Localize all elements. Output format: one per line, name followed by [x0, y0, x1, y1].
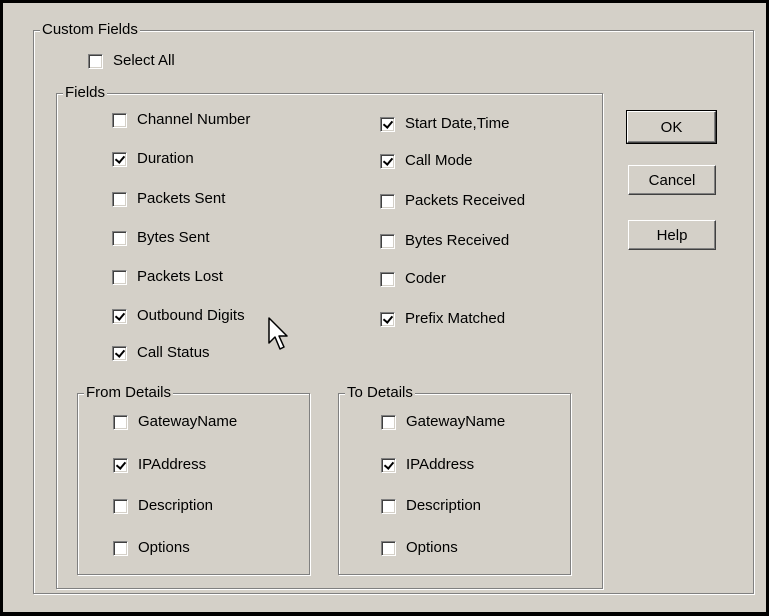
- detail-label: IPAddress: [138, 456, 207, 473]
- field-bytes-sent[interactable]: Bytes Sent: [112, 229, 210, 247]
- checkbox-box[interactable]: [112, 151, 127, 167]
- fields-title: Fields: [63, 84, 108, 102]
- checkbox-box[interactable]: [381, 540, 396, 556]
- field-label: Bytes Received: [405, 232, 510, 249]
- window-frame-bottom: [0, 612, 769, 616]
- detail-label: Description: [406, 497, 482, 514]
- field-label: Packets Lost: [137, 268, 223, 285]
- field-label: Prefix Matched: [405, 310, 506, 327]
- field-call-status[interactable]: Call Status: [112, 344, 210, 362]
- help-button-label: Help: [656, 226, 688, 244]
- from-options[interactable]: Options: [113, 539, 190, 557]
- checkbox-box[interactable]: [113, 498, 128, 514]
- select-all-checkbox[interactable]: Select All: [88, 52, 175, 70]
- checkbox-box[interactable]: [113, 457, 128, 473]
- cancel-button[interactable]: Cancel: [628, 165, 716, 195]
- field-packets-received[interactable]: Packets Received: [380, 192, 525, 210]
- ok-button-label: OK: [660, 118, 683, 136]
- field-packets-sent[interactable]: Packets Sent: [112, 190, 225, 208]
- field-duration[interactable]: Duration: [112, 150, 194, 168]
- select-all-box[interactable]: [88, 53, 103, 69]
- from-details-title: From Details: [84, 384, 174, 402]
- custom-fields-title: Custom Fields: [40, 21, 140, 39]
- field-coder[interactable]: Coder: [380, 270, 446, 288]
- to-ipaddress[interactable]: IPAddress: [381, 456, 474, 474]
- checkbox-box[interactable]: [381, 498, 396, 514]
- checkbox-box[interactable]: [380, 233, 395, 249]
- checkbox-box[interactable]: [112, 269, 127, 285]
- checkbox-box[interactable]: [112, 230, 127, 246]
- detail-label: IPAddress: [406, 456, 475, 473]
- field-label: Packets Received: [405, 192, 526, 209]
- detail-label: GatewayName: [406, 413, 506, 430]
- to-details-title: To Details: [345, 384, 415, 402]
- field-label: Duration: [137, 150, 194, 167]
- checkbox-box[interactable]: [112, 191, 127, 207]
- field-label: Call Mode: [405, 152, 473, 169]
- to-options[interactable]: Options: [381, 539, 458, 557]
- custom-fields-dialog: Custom Fields Select All Fields Channel …: [3, 3, 766, 612]
- from-ipaddress[interactable]: IPAddress: [113, 456, 206, 474]
- select-all-label: Select All: [113, 52, 175, 69]
- checkbox-box[interactable]: [113, 540, 128, 556]
- detail-label: Options: [138, 539, 190, 556]
- to-description[interactable]: Description: [381, 497, 481, 515]
- checkbox-box[interactable]: [380, 311, 395, 327]
- checkbox-box[interactable]: [381, 414, 396, 430]
- checkbox-box[interactable]: [380, 193, 395, 209]
- checkbox-box[interactable]: [380, 153, 395, 169]
- mouse-pointer-icon: [268, 317, 288, 350]
- detail-label: Options: [406, 539, 458, 556]
- from-gatewayname[interactable]: GatewayName: [113, 413, 237, 431]
- checkbox-box[interactable]: [113, 414, 128, 430]
- field-label: Call Status: [137, 344, 210, 361]
- from-description[interactable]: Description: [113, 497, 213, 515]
- field-label: Start Date,Time: [405, 115, 510, 132]
- checkbox-box[interactable]: [380, 271, 395, 287]
- checkbox-box[interactable]: [380, 116, 395, 132]
- field-call-mode[interactable]: Call Mode: [380, 152, 473, 170]
- checkbox-box[interactable]: [112, 112, 127, 128]
- field-label: Outbound Digits: [137, 307, 245, 324]
- field-packets-lost[interactable]: Packets Lost: [112, 268, 223, 286]
- field-outbound-digits[interactable]: Outbound Digits: [112, 307, 245, 325]
- field-channel-number[interactable]: Channel Number: [112, 111, 250, 129]
- checkbox-box[interactable]: [381, 457, 396, 473]
- field-label: Packets Sent: [137, 190, 226, 207]
- field-label: Channel Number: [137, 111, 251, 128]
- help-button[interactable]: Help: [628, 220, 716, 250]
- detail-label: Description: [138, 497, 214, 514]
- field-label: Bytes Sent: [137, 229, 210, 246]
- field-prefix-matched[interactable]: Prefix Matched: [380, 310, 505, 328]
- to-gatewayname[interactable]: GatewayName: [381, 413, 505, 431]
- checkbox-box[interactable]: [112, 308, 127, 324]
- field-bytes-received[interactable]: Bytes Received: [380, 232, 509, 250]
- checkbox-box[interactable]: [112, 345, 127, 361]
- field-start-date-time[interactable]: Start Date,Time: [380, 115, 509, 133]
- cancel-button-label: Cancel: [648, 171, 696, 189]
- field-label: Coder: [405, 270, 446, 287]
- ok-button[interactable]: OK: [626, 110, 717, 144]
- detail-label: GatewayName: [138, 413, 238, 430]
